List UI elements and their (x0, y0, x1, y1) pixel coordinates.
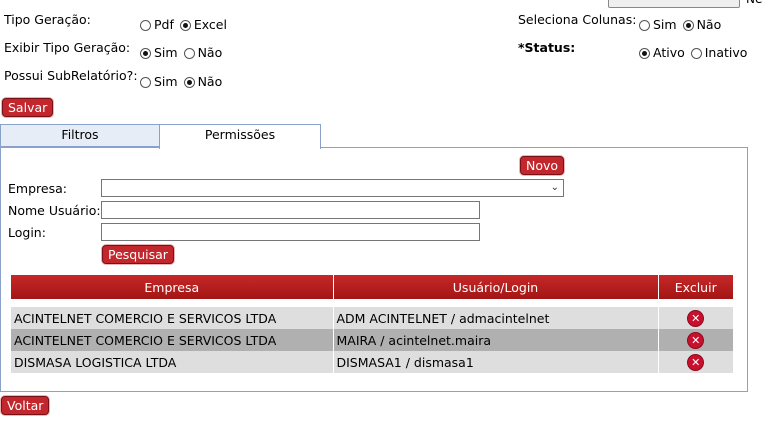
cell-excluir: ✕ (658, 307, 733, 329)
exibir-sim-label: Sim (154, 45, 178, 60)
cell-empresa: ACINTELNET COMERCIO E SERVICOS LTDA (11, 307, 334, 329)
exibir-sim-radio[interactable] (140, 48, 151, 59)
column-header-excluir: Excluir (658, 275, 733, 299)
chevron-down-icon: ⌄ (550, 182, 559, 193)
subrelatorio-nao-label: Não (197, 74, 223, 89)
login-input[interactable] (101, 223, 480, 241)
cell-empresa: ACINTELNET COMERCIO E SERVICOS LTDA (11, 329, 334, 351)
new-button[interactable]: Novo (520, 156, 565, 175)
exibir-nao-radio[interactable] (183, 48, 195, 59)
cell-usuario: MAIRA / acintelnet.maira (333, 329, 659, 351)
cell-usuario: DISMASA1 / dismasa1 (333, 351, 659, 373)
tipo-geracao-pdf-radio[interactable] (140, 20, 151, 31)
status-group: Ativo Inativo (639, 45, 749, 60)
exibir-tipo-geracao-label: Exibir Tipo Geração: (4, 40, 131, 55)
status-ativo-label: Ativo (653, 45, 685, 60)
nome-usuario-label: Nome Usuário: (8, 203, 101, 218)
colunas-nao-radio[interactable] (682, 20, 694, 31)
search-button[interactable]: Pesquisar (102, 245, 174, 264)
save-button[interactable]: Salvar (2, 98, 54, 117)
column-header-usuario[interactable]: Usuário/Login (333, 275, 659, 299)
seleciona-colunas-label: Seleciona Colunas: (518, 12, 637, 27)
cell-empresa: DISMASA LOGISTICA LTDA (11, 351, 334, 373)
status-inativo-label: Inativo (704, 45, 748, 60)
status-inativo-radio[interactable] (690, 48, 702, 59)
possui-subrelatorio-group: Sim Não (140, 74, 224, 89)
cell-excluir: ✕ (658, 351, 733, 373)
column-header-empresa[interactable]: Empresa (11, 275, 334, 299)
tipo-geracao-excel-label: Excel (193, 17, 227, 32)
table-row[interactable]: ACINTELNET COMERCIO E SERVICOS LTDA ADM … (11, 307, 733, 329)
empresa-select[interactable]: ⌄ (101, 179, 564, 197)
seleciona-colunas-group: Sim Não (639, 17, 723, 32)
exibir-tipo-geracao-group: Sim Não (140, 45, 224, 60)
login-label: Login: (8, 225, 46, 240)
tab-filtros[interactable]: Filtros (0, 124, 160, 147)
file-status-text: Ne (746, 0, 762, 6)
permissions-table: Empresa Usuário/Login Excluir ACINTELNET… (11, 275, 733, 373)
status-label: *Status: (518, 40, 576, 55)
tab-permissoes[interactable]: Permissões (159, 124, 321, 149)
table-row[interactable]: ACINTELNET COMERCIO E SERVICOS LTDA MAIR… (11, 329, 733, 351)
exibir-nao-label: Não (197, 45, 223, 60)
cell-excluir: ✕ (658, 329, 733, 351)
colunas-sim-radio[interactable] (639, 20, 650, 31)
back-button[interactable]: Voltar (1, 396, 50, 415)
nome-usuario-input[interactable] (101, 201, 480, 219)
delete-icon[interactable]: ✕ (688, 311, 704, 326)
tipo-geracao-group: Pdf Excel (140, 17, 229, 32)
table-row[interactable]: DISMASA LOGISTICA LTDA DISMASA1 / dismas… (11, 351, 733, 373)
subrelatorio-sim-radio[interactable] (140, 77, 151, 88)
colunas-sim-label: Sim (653, 17, 677, 32)
table-header-row: Empresa Usuário/Login Excluir (11, 275, 733, 299)
table-spacer (11, 299, 733, 307)
possui-subrelatorio-label: Possui SubRelatório?: (4, 68, 138, 83)
choose-file-button[interactable] (608, 0, 740, 8)
tipo-geracao-pdf-label: Pdf (154, 17, 174, 32)
delete-icon[interactable]: ✕ (688, 355, 704, 370)
empresa-label: Empresa: (8, 181, 67, 196)
tipo-geracao-excel-radio[interactable] (179, 20, 191, 31)
subrelatorio-sim-label: Sim (154, 74, 178, 89)
cell-usuario: ADM ACINTELNET / admacintelnet (333, 307, 659, 329)
tipo-geracao-label: Tipo Geração: (4, 12, 91, 27)
colunas-nao-label: Não (696, 17, 722, 32)
status-ativo-radio[interactable] (639, 48, 650, 59)
subrelatorio-nao-radio[interactable] (183, 77, 195, 88)
delete-icon[interactable]: ✕ (688, 333, 704, 348)
